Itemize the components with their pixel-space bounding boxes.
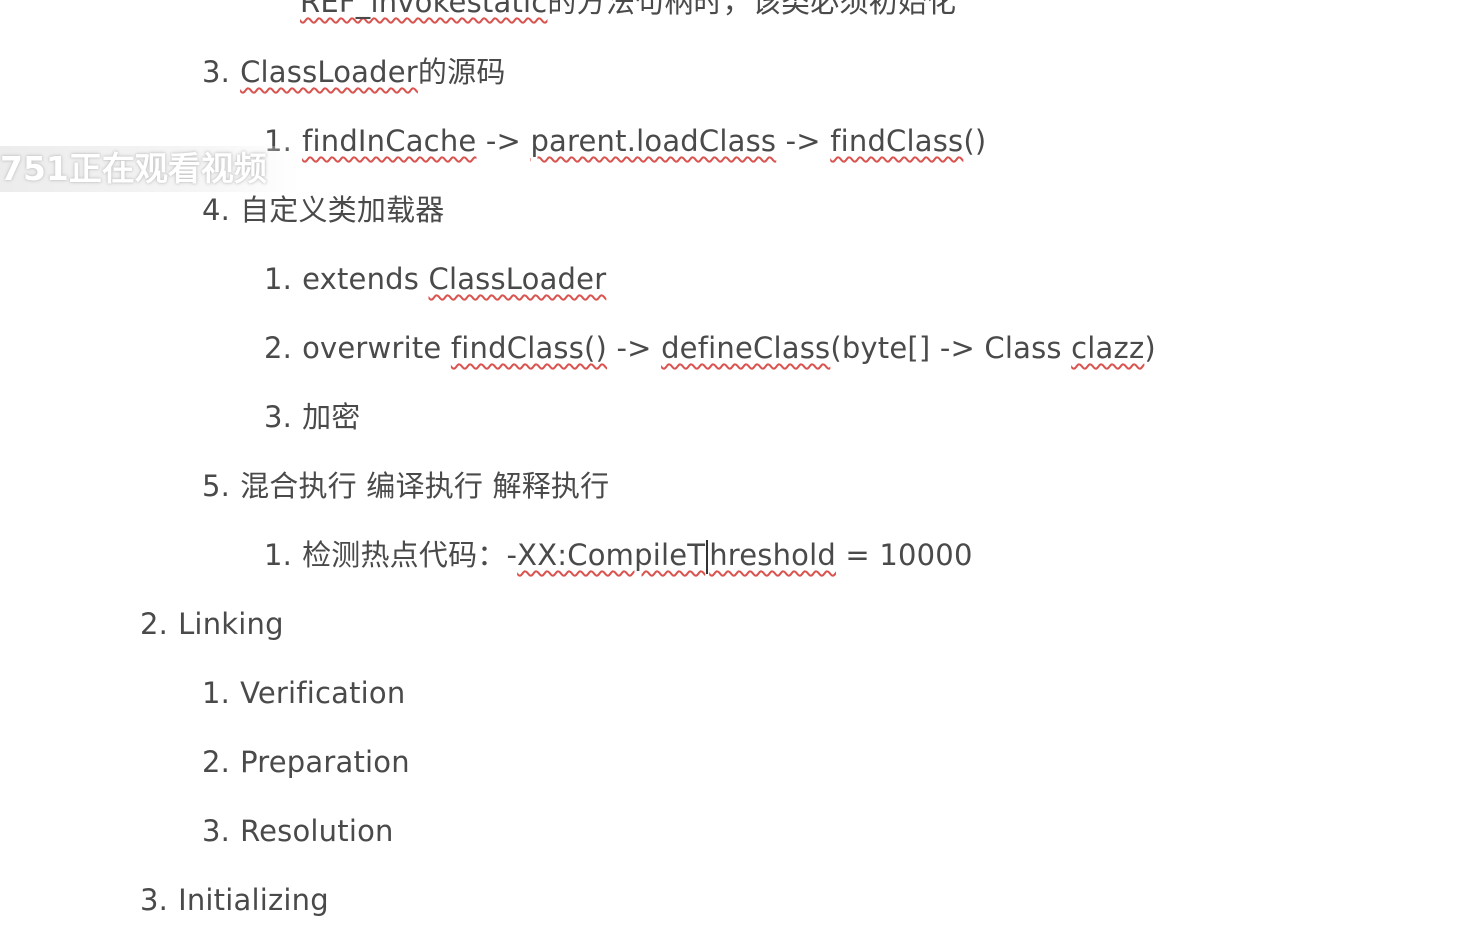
line-text: ) [1144, 331, 1156, 365]
list-item-classloader-source: 3. ClassLoader的源码 [202, 52, 506, 92]
line-text: Linking [178, 607, 284, 641]
line-text: 的源码 [417, 55, 506, 89]
list-number: 1. [202, 676, 231, 710]
list-number: 4. [202, 193, 231, 227]
text-cursor-icon [706, 540, 709, 574]
list-number: 1. [264, 538, 293, 572]
line-text: 检测热点代码：- [302, 538, 518, 572]
list-number: 5. [202, 469, 231, 503]
line-text: overwrite [302, 331, 451, 365]
list-item-linking: 2. Linking [140, 604, 284, 644]
line-text: () [963, 124, 987, 158]
list-number: 3. [202, 55, 231, 89]
list-number: 2. [140, 607, 169, 641]
arrow-text: -> [476, 124, 531, 158]
list-item-verification: 1. Verification [202, 673, 405, 713]
list-number: 1. [264, 262, 293, 296]
list-number: 2. [202, 745, 231, 779]
line-text: 混合执行 编译执行 解释执行 [240, 469, 610, 503]
list-item-findincache: 1. findInCache -> parent.loadClass -> fin… [264, 121, 986, 161]
line-text: Verification [240, 676, 406, 710]
document-page: { "doc": { "top_partial": { "code": "REF… [0, 0, 1478, 933]
code-term: clazz [1071, 331, 1145, 365]
code-term: hreshold [709, 538, 836, 572]
list-item-overwrite: 2. overwrite findClass() -> defineClass(b… [264, 328, 1156, 368]
line-text: 加密 [302, 400, 361, 434]
code-term: XX:CompileT [517, 538, 706, 572]
list-number: 3. [202, 814, 231, 848]
list-number: 3. [140, 883, 169, 917]
line-text: 的方法句柄时，该类必须初始化 [547, 0, 957, 19]
list-item-preparation: 2. Preparation [202, 742, 410, 782]
line-text: (byte[] -> Class [830, 331, 1072, 365]
partial-top-line: REF_invokestatic的方法句柄时，该类必须初始化 [300, 0, 956, 22]
viewer-count-overlay: 751正在观看视频 [0, 146, 300, 192]
list-item-custom-classloader: 4. 自定义类加载器 [202, 190, 444, 230]
line-text: = 10000 [836, 538, 973, 572]
code-term: defineClass [661, 331, 831, 365]
list-item-extends: 1. extends ClassLoader [264, 259, 606, 299]
code-term: ClassLoader [240, 55, 418, 89]
list-item-encryption: 3. 加密 [264, 397, 360, 437]
arrow-text: -> [776, 124, 831, 158]
list-item-mixed-execution: 5. 混合执行 编译执行 解释执行 [202, 466, 609, 506]
line-text: extends [302, 262, 429, 296]
line-text: Initializing [178, 883, 329, 917]
list-item-hotspot-detection: 1. 检测热点代码：-XX:CompileT hreshold = 10000 [264, 535, 973, 575]
line-text: Resolution [240, 814, 394, 848]
code-term: parent.loadClass [530, 124, 777, 158]
code-term: findClass() [450, 331, 608, 365]
list-number: 2. [264, 331, 293, 365]
line-text: 自定义类加载器 [240, 193, 445, 227]
arrow-text: -> [607, 331, 662, 365]
code-term: findInCache [302, 124, 477, 158]
code-term: REF_invokestatic [300, 0, 548, 19]
code-term: findClass [830, 124, 964, 158]
list-item-initializing: 3. Initializing [140, 880, 329, 920]
list-item-resolution: 3. Resolution [202, 811, 394, 851]
code-term: ClassLoader [428, 262, 607, 296]
line-text: Preparation [240, 745, 410, 779]
list-number: 3. [264, 400, 293, 434]
